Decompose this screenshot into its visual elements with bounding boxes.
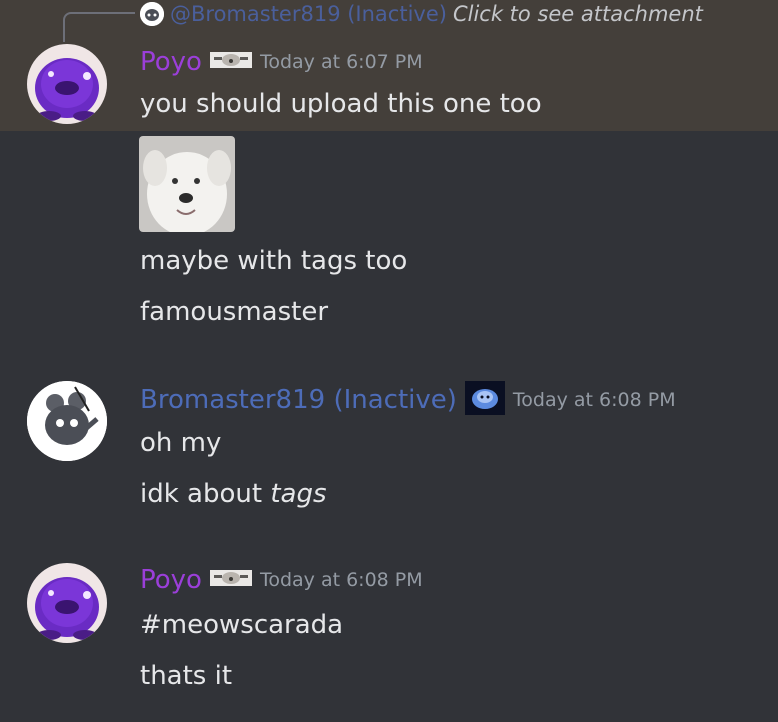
message-text: thats it: [140, 661, 233, 691]
reply-attachment-link[interactable]: Click to see attachment: [453, 2, 703, 26]
blue-ghost-badge-icon: [464, 381, 505, 419]
reply-mention[interactable]: @Bromaster819 (Inactive): [170, 2, 447, 26]
reply-preview[interactable]: @Bromaster819 (Inactive) Click to see at…: [140, 0, 778, 28]
message-timestamp: Today at 6:08 PM: [512, 389, 676, 411]
message-text: oh my: [140, 428, 222, 458]
reply-spine: [63, 12, 135, 42]
message-timestamp: Today at 6:08 PM: [259, 569, 423, 591]
bromaster-avatar[interactable]: [27, 381, 107, 461]
image-attachment[interactable]: [139, 136, 235, 232]
author-name[interactable]: Poyo: [140, 565, 202, 595]
message-text-prefix: idk about: [140, 479, 271, 509]
message-timestamp: Today at 6:07 PM: [259, 51, 423, 73]
message-header: Bromaster819 (Inactive) Today at 6:08 PM: [140, 381, 676, 419]
message-text: you should upload this one too: [140, 89, 542, 119]
author-name[interactable]: Bromaster819 (Inactive): [140, 385, 457, 415]
message-text: maybe with tags too: [140, 246, 408, 276]
message-header: Poyo Today at 6:07 PM: [140, 47, 423, 77]
poyo-avatar[interactable]: [27, 563, 107, 643]
message-text: #meowscarada: [140, 610, 344, 640]
message-text: famousmaster: [140, 297, 329, 327]
message-text-emphasis: tags: [270, 479, 327, 509]
reply-avatar-icon: [140, 2, 164, 26]
message-header: Poyo Today at 6:08 PM: [140, 565, 423, 595]
poyo-avatar[interactable]: [27, 44, 107, 124]
author-name[interactable]: Poyo: [140, 47, 202, 77]
message-text: idk about tags: [140, 479, 327, 509]
dog-face-badge-icon: [209, 567, 252, 593]
dog-face-badge-icon: [209, 49, 252, 75]
